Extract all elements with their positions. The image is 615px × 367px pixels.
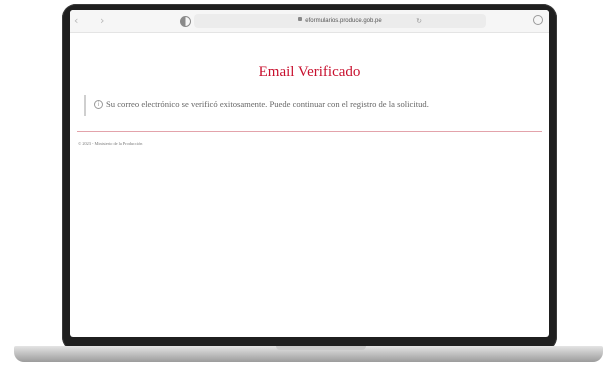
reload-icon[interactable]: ↻	[416, 17, 422, 25]
address-text-wrap: eformularios.produce.gob.pe	[194, 15, 486, 27]
sidebar-toggle-icon[interactable]	[180, 16, 191, 27]
address-bar[interactable]: eformularios.produce.gob.pe ↻	[194, 14, 486, 28]
url-text: eformularios.produce.gob.pe	[305, 18, 382, 24]
lock-icon	[298, 17, 303, 22]
success-message: i Su correo electrónico se verificó exito…	[84, 95, 536, 116]
message-line: i Su correo electrónico se verificó exito…	[94, 99, 429, 110]
footer-copyright: © 2023 - Ministerio de la Producción	[78, 141, 143, 146]
base-notch	[276, 346, 366, 350]
page-title: Email Verificado	[258, 64, 361, 80]
browser-screen: ‹ › eformularios.produce.gob.pe ↻ Email …	[70, 10, 549, 337]
divider	[77, 131, 542, 132]
laptop-base	[14, 346, 603, 362]
browser-toolbar: ‹ › eformularios.produce.gob.pe ↻	[70, 10, 549, 33]
message-text: Su correo electrónico se verificó exitos…	[106, 99, 429, 109]
info-icon: i	[94, 99, 103, 109]
download-icon[interactable]	[533, 15, 543, 25]
back-button[interactable]: ‹	[74, 14, 78, 28]
forward-button[interactable]: ›	[100, 14, 104, 28]
